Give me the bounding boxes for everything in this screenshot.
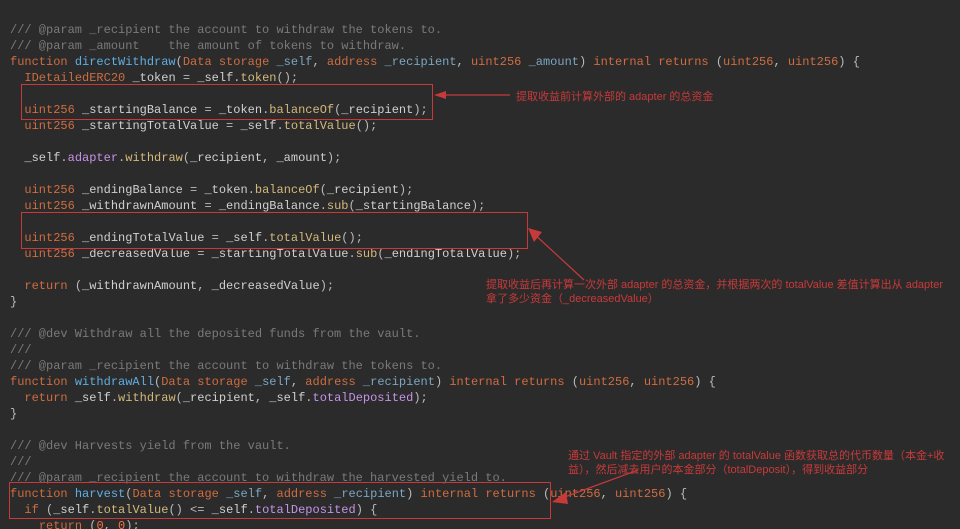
comment-line: /// @dev Withdraw all the deposited fund… — [10, 327, 420, 341]
comment-line: /// @param _recipient the account to wit… — [10, 23, 442, 37]
comment-line: /// @dev Harvests yield from the vault. — [10, 439, 291, 453]
comment-line: /// @param _recipient the account to wit… — [10, 471, 507, 485]
comment-line: /// — [10, 343, 32, 357]
comment-line: /// — [10, 455, 32, 469]
annotation-3: 通过 Vault 指定的外部 adapter 的 totalValue 函数获取… — [568, 449, 960, 477]
arrow-1-icon — [434, 88, 512, 102]
comment-line: /// @param _recipient the account to wit… — [10, 359, 442, 373]
code-editor: /// @param _recipient the account to wit… — [0, 0, 960, 529]
fn-withdrawall-sig: function withdrawAll(Data storage _self,… — [10, 375, 716, 389]
annotation-2: 提取收益后再计算一次外部 adapter 的总资金，并根据两次的 totalVa… — [486, 278, 956, 306]
fn-directwithdraw-sig: function directWithdraw(Data storage _se… — [10, 55, 860, 69]
fn-harvest-sig: function harvest(Data storage _self, add… — [10, 487, 687, 501]
comment-line: /// @param _amount the amount of tokens … — [10, 39, 406, 53]
annotation-1: 提取收益前计算外部的 adapter 的总资金 — [516, 90, 776, 104]
